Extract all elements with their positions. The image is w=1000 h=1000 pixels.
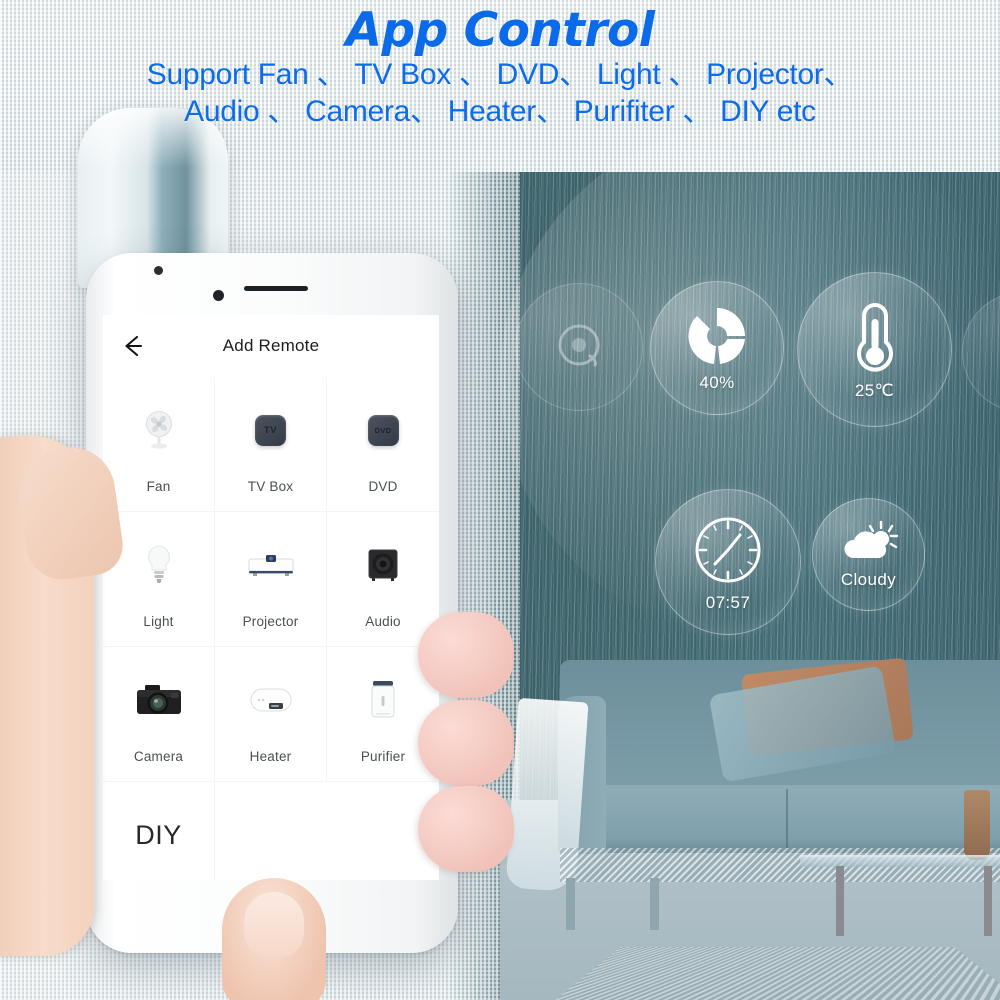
tv-box-icon: TV: [239, 403, 303, 457]
weather-condition: Cloudy: [840, 569, 897, 589]
speaker-icon: [351, 538, 415, 592]
back-arrow-icon[interactable]: [119, 332, 147, 360]
coffee-table-leg: [984, 866, 992, 936]
decor-vase: [964, 790, 990, 860]
earpiece-speaker-icon: [244, 286, 308, 291]
page-title: Add Remote: [222, 336, 320, 355]
clock-time: 07:57: [705, 593, 751, 612]
device-cell-fan[interactable]: Fan: [103, 377, 215, 512]
sofa-leg: [566, 878, 575, 930]
cloud-sun-icon: [843, 520, 898, 558]
proximity-sensor-icon: [213, 290, 224, 301]
heater-icon: [239, 673, 303, 727]
temperature-bubble: 25℃: [797, 272, 952, 427]
device-label: Purifier: [360, 749, 406, 764]
device-cell-projector[interactable]: Projector: [215, 512, 327, 647]
signal-icon: [558, 324, 600, 367]
banner-subtitle-line-1: Support Fan 、 TV Box 、 DVD、 Light 、 Proj…: [146, 58, 854, 92]
rug: [555, 947, 1000, 1000]
device-cell-light[interactable]: Light: [103, 512, 215, 647]
device-cell-heater[interactable]: Heater: [215, 647, 327, 782]
device-label: TV Box: [247, 479, 294, 494]
clock-icon: [695, 517, 761, 583]
device-label: Heater: [249, 749, 292, 764]
dvd-badge: DVD: [374, 425, 392, 435]
device-cell-dvd[interactable]: DVD DVD: [327, 377, 439, 512]
device-grid: Fan TV TV Box DVD DVD Light Projector Au…: [103, 377, 439, 880]
fan-icon: [127, 403, 191, 457]
device-label: Audio: [365, 614, 401, 629]
projector-icon: [239, 538, 303, 592]
temperature-value: 25℃: [854, 380, 895, 400]
banner-subtitle-line-2: Audio 、 Camera、 Heater、 Purifiter 、 DIY …: [184, 94, 816, 128]
device-label: Projector: [242, 614, 299, 629]
device-label: Camera: [133, 749, 184, 764]
banner-title: App Control: [345, 3, 655, 58]
device-cell-tv-box[interactable]: TV TV Box: [215, 377, 327, 512]
device-cell-camera[interactable]: Camera: [103, 647, 215, 782]
device-label: Fan: [146, 479, 171, 494]
tv-box-badge: TV: [263, 424, 278, 436]
humidity-bubble: 40%: [650, 281, 784, 415]
sofa-seat: [560, 785, 1000, 853]
device-cell-purifier[interactable]: Purifier: [327, 647, 439, 782]
light-bulb-icon: [127, 538, 191, 592]
clock-bubble: 07:57: [655, 489, 801, 635]
device-cell-audio[interactable]: Audio: [327, 512, 439, 647]
diy-big-label: DIY: [135, 819, 182, 850]
dvd-icon: DVD: [351, 403, 415, 457]
living-room-scene: [500, 640, 1000, 1000]
device-cell-diy[interactable]: DIY DIY: [103, 782, 215, 880]
thermometer-icon: [856, 302, 893, 372]
app-header: Add Remote: [103, 315, 439, 377]
weather-bubble: Cloudy: [812, 498, 925, 611]
coffee-table: [800, 855, 1000, 867]
banner: App Control Support Fan 、 TV Box 、 DVD、 …: [0, 0, 1000, 152]
humidity-value: 40%: [699, 373, 735, 392]
camera-icon: [127, 673, 191, 727]
device-label: Light: [143, 614, 174, 629]
diy-text-icon: DIY: [127, 808, 191, 862]
sofa-leg: [650, 878, 659, 930]
device-label: DVD: [368, 479, 398, 494]
front-camera-icon: [154, 266, 163, 275]
phone-screen: Add Remote Fan TV TV Box DVD DVD Light P…: [103, 315, 439, 880]
coffee-table-leg: [836, 866, 844, 936]
signal-bubble: [515, 283, 643, 411]
donut-chart-icon: [688, 308, 745, 364]
purifier-icon: [351, 673, 415, 727]
